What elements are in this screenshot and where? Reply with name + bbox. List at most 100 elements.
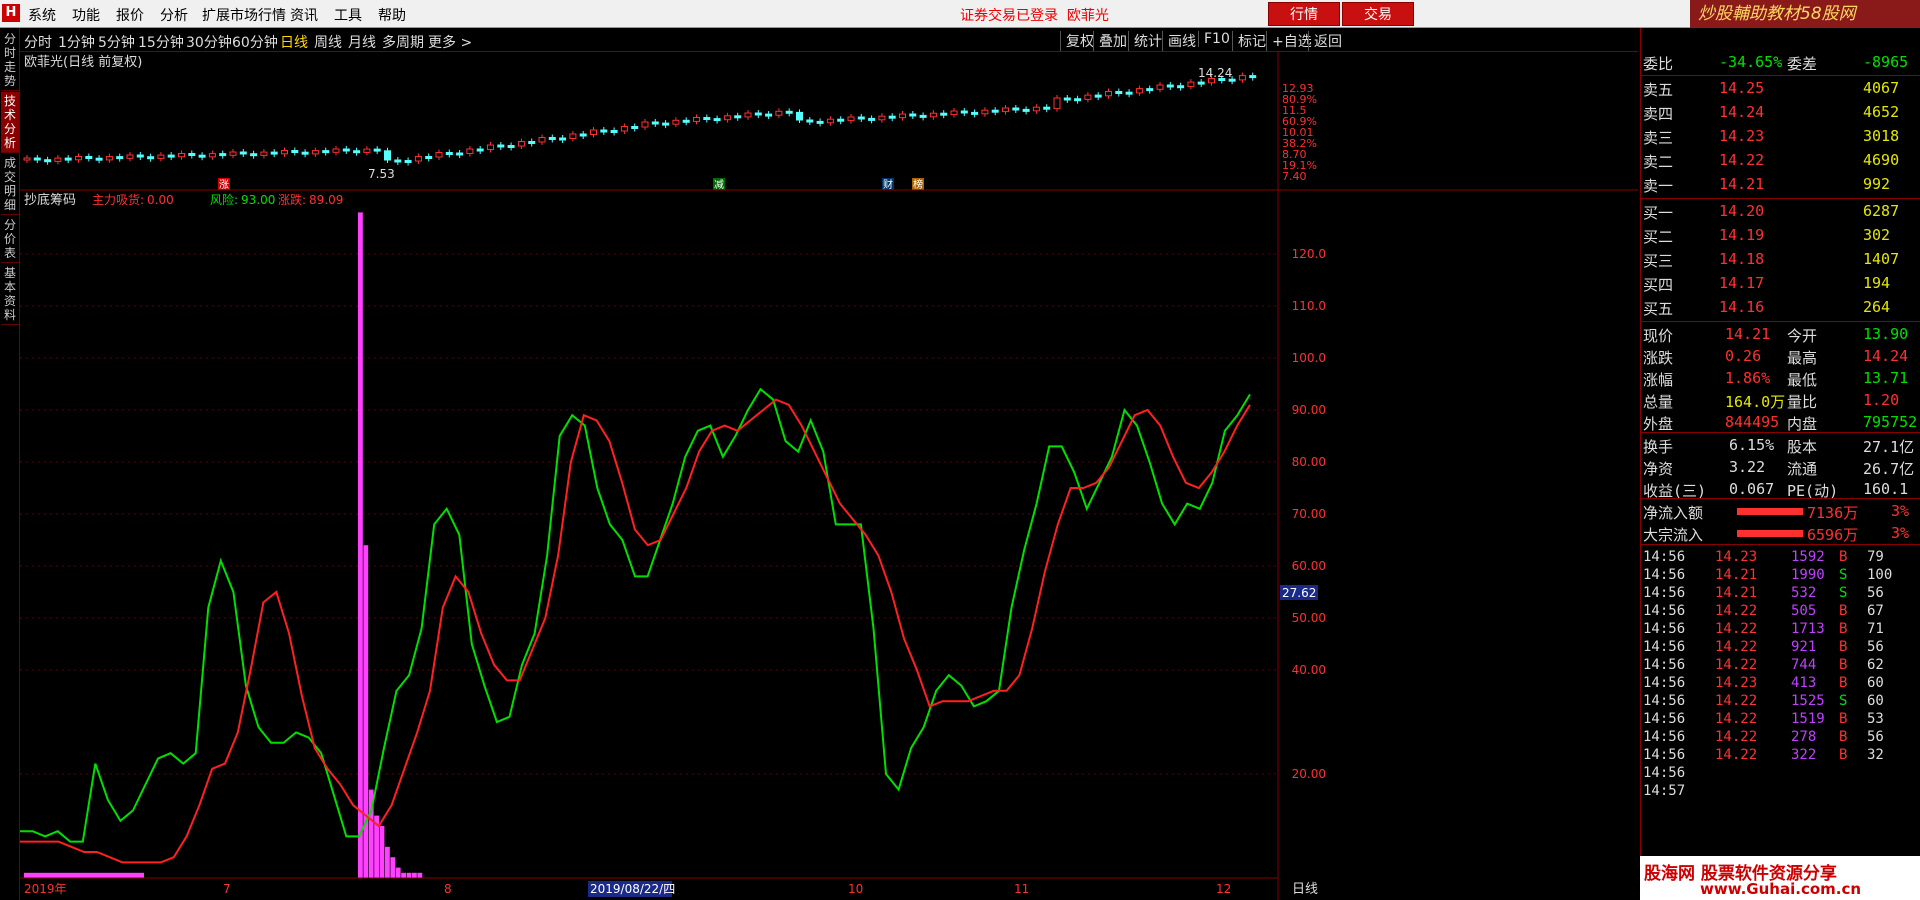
candle-body [373,148,381,152]
quote-button[interactable]: 行情 [1268,2,1340,26]
menu-help[interactable]: 帮助 [378,5,406,25]
stock-name: 欧菲光 [1066,8,1109,24]
candle-body [384,150,391,161]
candle-body [909,113,917,117]
kline-price-scale: 12.9380.9%11.560.9%10.0138.2%8.7019.1%7.… [1282,82,1317,183]
candle-body [136,154,144,158]
marker-reduce[interactable]: 减 [714,179,724,191]
tick-volume: 322 [1791,747,1817,763]
f10-button[interactable]: F10 [1198,31,1230,47]
candle-body [600,129,608,133]
candle-body [1084,94,1092,100]
period-weekly[interactable]: 周线 [314,32,342,52]
tab-trades[interactable]: 成交明细 [1,154,19,215]
buy-level-price: 14.19 [1719,226,1765,244]
candle-body [1156,84,1164,90]
y-tick-label: 40.00 [1292,663,1326,677]
candle-body [342,148,350,152]
candle-body [394,159,402,163]
period-30min[interactable]: 30分钟 [186,32,232,52]
buy-level-price: 14.16 [1719,298,1765,316]
tick-price: 14.21 [1715,585,1758,601]
candle-body [456,152,464,156]
time-label-nov: 11 [1014,882,1029,896]
mark-button[interactable]: 标记 [1232,31,1266,51]
menu-analysis[interactable]: 分析 [160,5,188,25]
draw-button[interactable]: 画线 [1162,31,1196,51]
candle-body [54,157,62,162]
tick-direction: B [1839,603,1848,619]
candle-body [85,156,93,159]
tab-technical[interactable]: 技术分析 [1,92,19,153]
tab-price-table[interactable]: 分价表 [1,216,19,263]
candle-body [703,117,711,120]
back-button[interactable]: 返回 [1308,31,1342,51]
candle-body [559,137,567,141]
tick-time: 14:56 [1643,567,1686,583]
tick-time: 14:56 [1643,549,1686,565]
menu-system[interactable]: 系统 [28,5,56,25]
candle-body [775,110,783,116]
stat-value: 13.90 [1863,325,1909,343]
candle-body [837,118,845,122]
tab-intraday[interactable]: 分时走势 [1,30,19,91]
period-intraday[interactable]: 分时 [24,32,52,52]
menu-quote[interactable]: 报价 [116,5,144,25]
candle-body [631,126,639,129]
period-monthly[interactable]: 月线 [348,32,376,52]
tick-time: 14:56 [1643,657,1686,673]
period-60min[interactable]: 60分钟 [232,32,278,52]
candle-body [1032,106,1040,112]
candle-body [1135,88,1143,94]
candle-body [250,153,258,157]
candle-body [641,121,649,128]
tick-price: 14.22 [1715,693,1758,709]
candle-body [765,113,773,117]
tick-time: 14:57 [1643,783,1686,799]
tick-volume: 744 [1791,657,1817,673]
period-more[interactable]: 更多 > [428,32,472,52]
buy-level-label: 买三 [1643,252,1674,270]
candle-body [363,148,371,153]
menu-function[interactable]: 功能 [72,5,100,25]
menu-news[interactable]: 资讯 [290,5,318,25]
period-1min[interactable]: 1分钟 [58,32,95,52]
tick-direction: B [1839,657,1848,673]
period-multi[interactable]: 多周期 [382,32,424,52]
marker-rise[interactable]: 涨 [219,179,229,191]
add-watchlist-button[interactable]: +自选 [1266,31,1312,51]
period-daily[interactable]: 日线 [280,32,308,52]
tick-direction: S [1839,567,1848,583]
trade-button[interactable]: 交易 [1342,2,1414,26]
y-tick-label: 120.0 [1292,247,1326,261]
adjust-button[interactable]: 复权 [1060,31,1094,51]
marker-board[interactable]: 榜 [913,178,923,191]
volume-bar [401,872,406,878]
chart-area[interactable]: 欧菲光(日线 前复权) 12.9380.9%11.560.9%10.0138.2… [20,52,1638,900]
stats-button[interactable]: 统计 [1128,31,1162,51]
volume-bar [417,872,423,878]
candle-body [826,118,834,124]
candle-body [270,151,278,155]
ad-banner[interactable]: 股海网 股票软件资源分享 www.Guhai.com.cn [1640,856,1920,900]
tick-time: 14:56 [1643,747,1686,763]
candle-body [178,153,185,158]
overlay-button[interactable]: 叠加 [1093,31,1127,51]
marker-finance[interactable]: 财 [883,178,893,191]
menu-tools[interactable]: 工具 [334,5,362,25]
tick-time: 14:56 [1643,621,1686,637]
candle-body [75,156,82,161]
candle-body [1105,91,1112,97]
wei-bi-value: -34.65% [1719,53,1783,71]
menu-extended-market[interactable]: 扩展市场行情 [202,5,286,25]
candle-body [425,156,433,159]
stat-row: 换手 6.15% 股本 27.1亿 [1641,435,1920,457]
kline-high-label: 14.24 [1198,66,1232,80]
buy-level-row: 买四 14.17 194 [1641,273,1920,295]
indicator-panel: 抄底筹码 主力吸货: 0.00 风险: 93.00 涨跌: 89.09 120.0 11… [20,192,1326,878]
period-15min[interactable]: 15分钟 [138,32,184,52]
candle-body [1012,107,1020,111]
tab-fundamentals[interactable]: 基本资料 [1,264,19,325]
period-5min[interactable]: 5分钟 [98,32,135,52]
candle-body [476,148,484,152]
